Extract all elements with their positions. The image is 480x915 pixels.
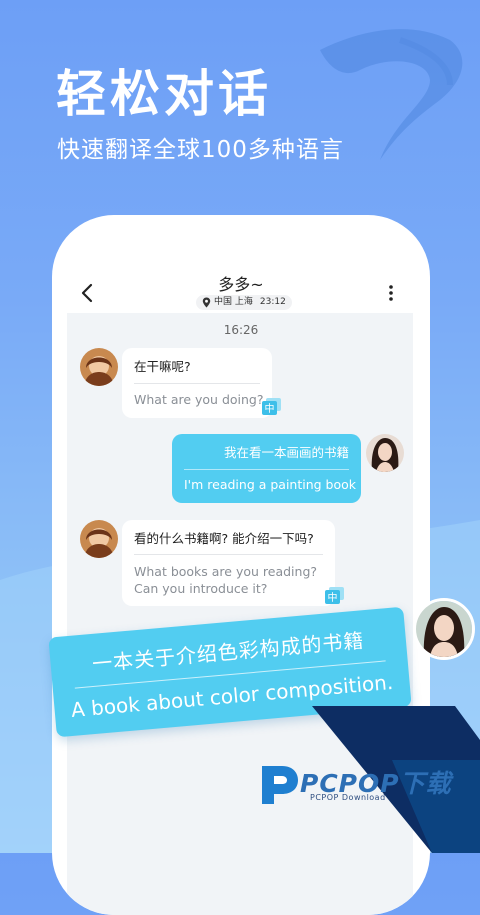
watermark-sub: PCPOP Download	[310, 793, 386, 802]
pcpop-logo-icon	[262, 766, 298, 804]
watermark-triangle	[312, 706, 480, 853]
